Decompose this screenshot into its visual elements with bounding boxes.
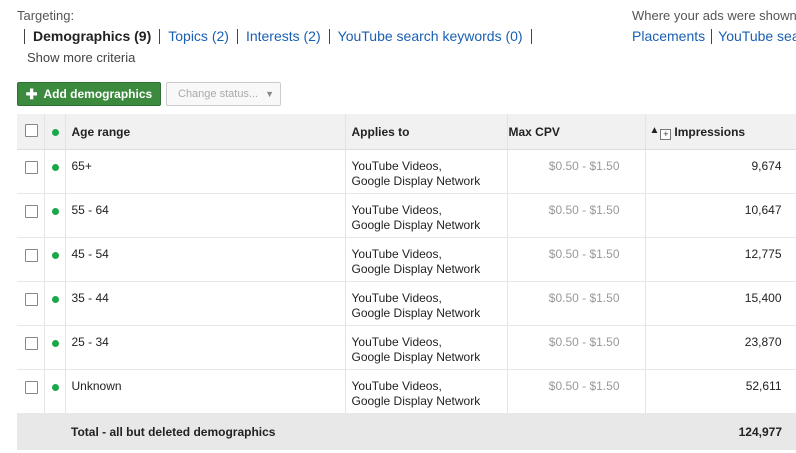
max-cpv-cell[interactable]: $0.50 - $1.50: [507, 369, 646, 414]
status-dot-icon: [51, 384, 59, 391]
applies-to-cell: YouTube Videos, Google Display Network: [345, 237, 508, 282]
total-impressions: 124,977: [645, 413, 796, 450]
table-row: 25 - 34 YouTube Videos, Google Display Ne…: [17, 325, 796, 370]
row-checkbox[interactable]: [25, 249, 38, 262]
age-range-cell: 35 - 44: [65, 281, 346, 326]
header-impressions[interactable]: ▲ + Impressions: [645, 114, 796, 150]
tab-topics[interactable]: Topics (2): [160, 28, 237, 44]
table-row: 55 - 64 YouTube Videos, Google Display Ne…: [17, 193, 796, 238]
impressions-cell: 10,647: [645, 193, 796, 238]
expand-plus-icon[interactable]: +: [660, 128, 672, 140]
applies-line-1: YouTube Videos,: [351, 291, 442, 305]
status-dot-icon: [51, 208, 59, 215]
tab-separator: [711, 28, 713, 44]
caret-down-icon: ▼: [265, 89, 275, 99]
sort-up-arrow-icon: ▲: [649, 124, 660, 136]
age-range-cell: Unknown: [65, 369, 346, 414]
show-more-criteria-link[interactable]: Show more criteria: [27, 50, 135, 65]
header-age-range[interactable]: Age range: [65, 114, 346, 150]
applies-to-cell: YouTube Videos, Google Display Network: [345, 369, 508, 414]
max-cpv-cell[interactable]: $0.50 - $1.50: [507, 325, 646, 370]
table-row: 35 - 44 YouTube Videos, Google Display Ne…: [17, 281, 796, 326]
targeting-tabs: Demographics (9) Topics (2) Interests (2…: [24, 28, 532, 44]
impressions-cell: 12,775: [645, 237, 796, 282]
status-dot-icon: [51, 129, 59, 136]
applies-line-2: Google Display Network: [351, 262, 481, 276]
applies-line-1: YouTube Videos,: [351, 159, 442, 173]
tab-placements[interactable]: Placements: [632, 28, 711, 44]
add-demographics-label: Add demographics: [43, 87, 153, 101]
applies-to-cell: YouTube Videos, Google Display Network: [345, 325, 508, 370]
change-status-label: Change status...: [178, 88, 259, 100]
row-checkbox[interactable]: [25, 161, 38, 174]
applies-line-2: Google Display Network: [351, 350, 481, 364]
applies-line-2: Google Display Network: [351, 174, 481, 188]
header-max-cpv[interactable]: Max CPV: [507, 114, 646, 150]
total-row: Total - all but deleted demographics 124…: [17, 413, 796, 450]
applies-line-1: YouTube Videos,: [351, 247, 442, 261]
max-cpv-cell[interactable]: $0.50 - $1.50: [507, 193, 646, 238]
select-all-cell: [17, 114, 45, 150]
tab-separator: [530, 28, 532, 44]
age-range-cell: 25 - 34: [65, 325, 346, 370]
row-checkbox[interactable]: [25, 337, 38, 350]
applies-line-2: Google Display Network: [351, 306, 481, 320]
plus-icon: ✚: [25, 85, 38, 102]
impressions-cell: 23,870: [645, 325, 796, 370]
table-row: Unknown YouTube Videos, Google Display Ne…: [17, 369, 796, 414]
status-header-cell: [44, 114, 66, 150]
tab-youtube-search[interactable]: YouTube sea: [718, 28, 796, 44]
targeting-label: Targeting:: [17, 8, 75, 23]
tab-demographics[interactable]: Demographics (9): [25, 28, 159, 44]
header-applies-to[interactable]: Applies to: [345, 114, 508, 150]
placement-tabs: Placements YouTube sea: [632, 28, 796, 44]
add-demographics-button[interactable]: ✚ Add demographics: [17, 82, 161, 106]
applies-to-cell: YouTube Videos, Google Display Network: [345, 193, 508, 238]
applies-to-cell: YouTube Videos, Google Display Network: [345, 281, 508, 326]
header-impressions-label: Impressions: [674, 124, 746, 139]
impressions-cell: 15,400: [645, 281, 796, 326]
age-range-cell: 55 - 64: [65, 193, 346, 238]
status-dot-icon: [51, 296, 59, 303]
status-dot-icon: [51, 340, 59, 347]
row-checkbox[interactable]: [25, 293, 38, 306]
where-ads-shown-label: Where your ads were shown: [632, 8, 796, 23]
demographics-table: Age range Applies to Max CPV ▲ + Impressio…: [17, 114, 796, 450]
table-header-row: Age range Applies to Max CPV ▲ + Impressio…: [17, 114, 796, 150]
tab-interests[interactable]: Interests (2): [238, 28, 329, 44]
applies-line-1: YouTube Videos,: [351, 203, 442, 217]
table-row: 65+ YouTube Videos, Google Display Networ…: [17, 149, 796, 194]
change-status-dropdown[interactable]: Change status... ▼: [166, 82, 281, 106]
applies-line-1: YouTube Videos,: [351, 335, 442, 349]
applies-line-1: YouTube Videos,: [351, 379, 442, 393]
impressions-cell: 9,674: [645, 149, 796, 194]
row-checkbox[interactable]: [25, 381, 38, 394]
select-all-checkbox[interactable]: [25, 123, 38, 137]
status-dot-icon: [51, 252, 59, 259]
applies-line-2: Google Display Network: [351, 394, 481, 408]
applies-to-cell: YouTube Videos, Google Display Network: [345, 149, 508, 194]
impressions-cell: 52,611: [645, 369, 796, 414]
tab-youtube-search-keywords[interactable]: YouTube search keywords (0): [330, 28, 531, 44]
max-cpv-cell[interactable]: $0.50 - $1.50: [507, 237, 646, 282]
age-range-cell: 65+: [65, 149, 346, 194]
total-label: Total - all but deleted demographics: [65, 413, 645, 450]
max-cpv-cell[interactable]: $0.50 - $1.50: [507, 149, 646, 194]
table-row: 45 - 54 YouTube Videos, Google Display Ne…: [17, 237, 796, 282]
row-checkbox[interactable]: [25, 205, 38, 218]
status-dot-icon: [51, 164, 59, 171]
age-range-cell: 45 - 54: [65, 237, 346, 282]
max-cpv-cell[interactable]: $0.50 - $1.50: [507, 281, 646, 326]
applies-line-2: Google Display Network: [351, 218, 481, 232]
